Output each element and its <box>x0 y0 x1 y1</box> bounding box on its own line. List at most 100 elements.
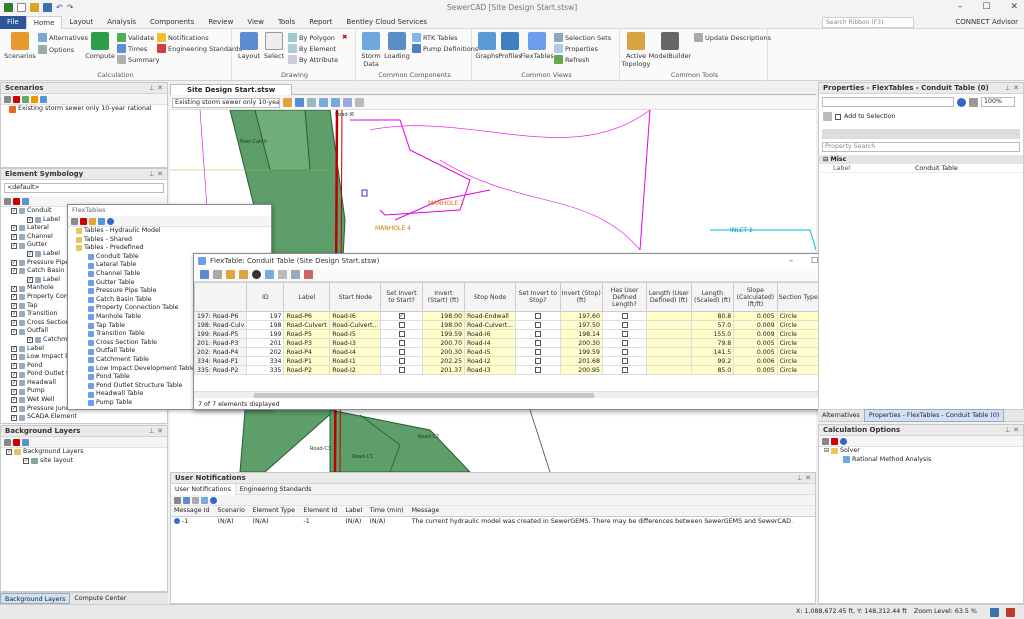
tab-analysis[interactable]: Analysis <box>100 16 143 29</box>
stop-node-cell[interactable]: Road-Culvert... <box>464 320 517 330</box>
help-icon[interactable] <box>210 496 217 504</box>
start-node-cell[interactable]: Road-I3 <box>329 338 382 348</box>
checkbox-icon[interactable]: ✓ <box>11 242 17 249</box>
notification-column-header[interactable]: Time (min) <box>366 506 409 517</box>
table-row[interactable]: 202: Road-P4 202 Road-P4 Road-I4 200.30 Road-… <box>194 347 849 357</box>
storm-data-button[interactable]: Storm Data <box>360 32 382 68</box>
filter-icon[interactable] <box>291 270 300 279</box>
layout-button[interactable]: Layout <box>237 32 261 60</box>
notification-row[interactable]: -1 (N/A) (N/A) -1 (N/A) (N/A) The curren… <box>171 516 815 526</box>
checkbox-icon[interactable]: ✓ <box>11 362 17 369</box>
checkbox-icon[interactable]: ✓ <box>11 328 17 335</box>
invert-start-cell[interactable]: 200.70 <box>421 338 466 348</box>
set-invert-start-cell[interactable] <box>380 338 423 348</box>
checkbox-icon[interactable] <box>621 349 628 355</box>
has-user-length-cell[interactable] <box>601 311 648 321</box>
validate-button[interactable]: Validate <box>117 33 154 42</box>
checkbox-icon[interactable] <box>534 340 541 346</box>
tab-view[interactable]: View <box>240 16 271 29</box>
label-cell[interactable]: Road-Culvert <box>283 320 331 330</box>
zoom-window-icon[interactable] <box>343 98 352 107</box>
tab-background-layers[interactable]: Background Layers <box>0 593 71 604</box>
checkbox-icon[interactable]: ✓ <box>27 216 33 223</box>
checkbox-icon[interactable]: ✓ <box>11 234 17 241</box>
row-header-cell[interactable]: 335: Road-P2 <box>194 365 248 375</box>
pan-icon[interactable] <box>355 98 364 107</box>
row-header-cell[interactable]: 199: Road-P5 <box>194 329 248 339</box>
panel-pin-icon[interactable]: ⊥ ✕ <box>1005 83 1019 94</box>
select-button[interactable]: Select <box>262 32 286 60</box>
has-user-length-cell[interactable] <box>601 329 648 339</box>
length-user-cell[interactable] <box>646 338 692 348</box>
tab-tools[interactable]: Tools <box>271 16 302 29</box>
options-icon[interactable] <box>278 270 287 279</box>
set-invert-start-cell[interactable] <box>380 365 423 375</box>
checkbox-icon[interactable] <box>398 331 405 337</box>
delete-scenario-icon[interactable] <box>13 95 20 103</box>
checkbox-icon[interactable] <box>621 367 628 373</box>
edit-icon[interactable] <box>22 197 29 205</box>
start-node-cell[interactable]: Road-I6 <box>329 311 382 321</box>
column-header[interactable]: Set Invert to Start? <box>380 282 423 312</box>
stop-node-cell[interactable]: Road-I6 <box>464 329 517 339</box>
set-invert-start-cell[interactable] <box>380 329 423 339</box>
checkbox-icon[interactable]: ✓ <box>11 371 17 378</box>
notification-column-header[interactable]: Element Id <box>300 506 343 517</box>
tab-bentley-cloud[interactable]: Bentley Cloud Services <box>339 16 434 29</box>
tab-layout[interactable]: Layout <box>62 16 100 29</box>
start-node-cell[interactable]: Road-Culvert... <box>329 320 382 330</box>
engineering-standards-button[interactable]: Engineering Standards <box>157 44 242 53</box>
active-topology-button[interactable]: Active Topology <box>622 32 650 68</box>
collapse-icon[interactable]: ⊟ <box>824 447 829 456</box>
invert-stop-cell[interactable]: 198.14 <box>559 329 603 339</box>
stop-node-cell[interactable]: Road-I4 <box>464 338 517 348</box>
notification-column-header[interactable]: Message Id <box>171 506 215 517</box>
panel-pin-icon[interactable]: ⊥ ✕ <box>149 426 163 437</box>
column-header[interactable]: Length (Scaled) (ft) <box>690 282 735 312</box>
checkbox-icon[interactable] <box>398 367 405 373</box>
checkbox-icon[interactable] <box>534 322 541 328</box>
checkbox-icon[interactable] <box>398 358 405 364</box>
section-type-cell[interactable]: Circle <box>776 338 820 348</box>
invert-start-cell[interactable]: 200.30 <box>421 347 466 357</box>
minimize-icon[interactable]: – <box>789 254 793 268</box>
row-header-cell[interactable]: 197: Road-P6 <box>194 311 248 321</box>
length-user-cell[interactable] <box>646 311 692 321</box>
stop-node-cell[interactable]: Road-I2 <box>464 356 517 366</box>
set-invert-start-cell[interactable] <box>380 356 423 366</box>
invert-start-cell[interactable]: 201.37 <box>421 365 466 375</box>
tab-home[interactable]: Home <box>25 15 63 29</box>
length-user-cell[interactable] <box>646 320 692 330</box>
ribbon-search-input[interactable]: Search Ribbon (F3) <box>822 17 914 28</box>
alternatives-button[interactable]: Alternatives <box>38 33 88 42</box>
panel-pin-icon[interactable]: ⊥ ✕ <box>797 473 811 484</box>
find-icon[interactable] <box>252 270 261 279</box>
new-icon[interactable] <box>822 437 829 445</box>
export-icon[interactable] <box>200 270 209 279</box>
delete-icon[interactable] <box>13 197 20 205</box>
invert-stop-cell[interactable]: 201.68 <box>559 356 603 366</box>
flextable-list-item[interactable]: Tables - Hydraulic Model <box>76 227 271 236</box>
element-dropdown[interactable] <box>822 97 954 107</box>
section-type-cell[interactable]: Circle <box>776 311 820 321</box>
label-cell[interactable]: Road-P4 <box>283 347 331 357</box>
zoom-extents-icon[interactable] <box>307 98 316 107</box>
refresh-icon[interactable] <box>98 217 105 225</box>
column-header[interactable]: Has User Defined Length? <box>601 282 648 312</box>
label-cell[interactable]: Road-P1 <box>283 356 331 366</box>
checkbox-icon[interactable] <box>621 313 628 319</box>
row-header-cell[interactable]: 201: Road-P3 <box>194 338 248 348</box>
invert-start-cell[interactable]: 198.00 <box>421 311 466 321</box>
table-row[interactable]: 197: Road-P6 197 Road-P6 Road-I6 ✓ 198.00 Road… <box>194 311 849 321</box>
by-element-button[interactable]: By Element <box>288 44 336 53</box>
length-user-cell[interactable] <box>646 356 692 366</box>
column-header[interactable]: Label <box>283 282 331 312</box>
section-type-cell[interactable]: Circle <box>776 320 820 330</box>
save-icon[interactable] <box>990 608 999 617</box>
compute-scenario-icon[interactable] <box>22 95 29 103</box>
flextables-button[interactable]: FlexTables <box>520 32 554 60</box>
select-icon[interactable] <box>823 112 832 121</box>
options-button[interactable]: Options <box>38 45 74 54</box>
options-icon[interactable] <box>969 97 978 107</box>
invert-stop-cell[interactable]: 197.60 <box>559 311 603 321</box>
